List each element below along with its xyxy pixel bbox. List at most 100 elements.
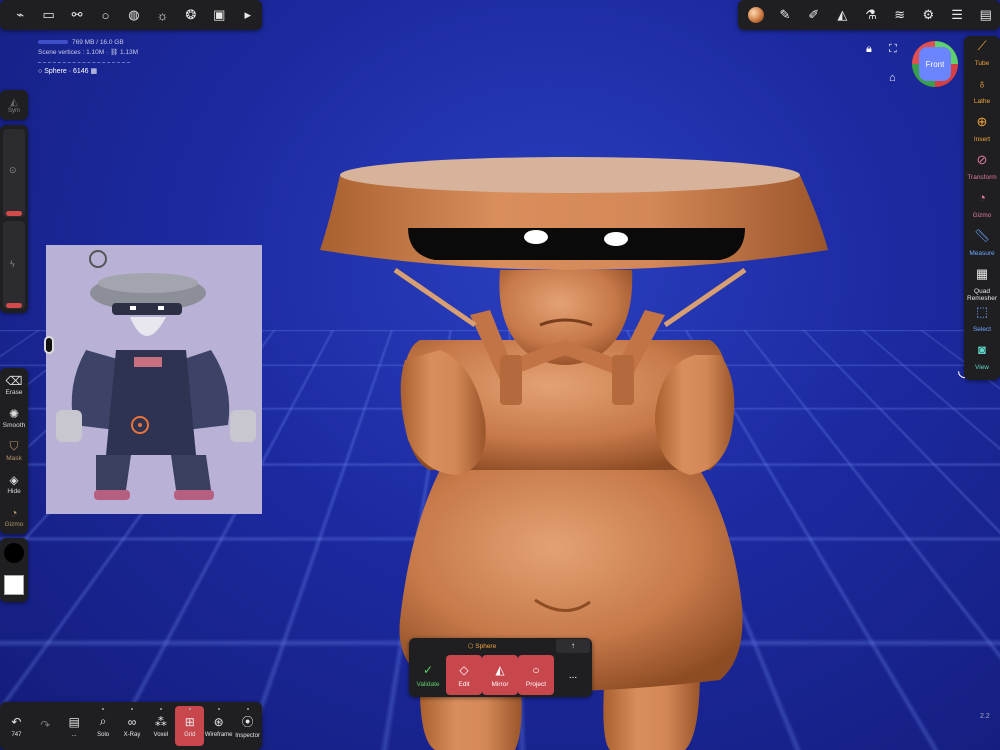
smooth-icon: ✺: [9, 407, 19, 421]
symmetry-button[interactable]: ◭ Sym: [0, 90, 28, 120]
vertices-label: Scene vertices :: [38, 49, 84, 56]
scene-graph-icon[interactable]: ⚯: [63, 0, 91, 30]
view-camera-icon: ◙: [978, 346, 986, 362]
hide-label: Hide: [7, 488, 20, 495]
measure-tool[interactable]: 📏︎ Measure: [964, 232, 1000, 257]
matcap-icon[interactable]: [742, 0, 771, 30]
sun-icon[interactable]: ☼: [148, 0, 176, 30]
cubes-icon: ⁂: [155, 715, 167, 729]
mirror-button[interactable]: ◭ Mirror: [482, 655, 518, 695]
hide-tool[interactable]: ◈ Hide: [0, 467, 28, 500]
tube-tool[interactable]: ⟋ Tube: [964, 42, 1000, 67]
select-icon: ⬚: [976, 308, 988, 324]
popover-collapse-button[interactable]: ↑: [556, 639, 590, 653]
intensity-icon: ϟ: [10, 259, 15, 269]
voxel-button[interactable]: ⁂ Voxel: [146, 706, 175, 746]
solo-label: Solo: [97, 732, 109, 738]
solo-button[interactable]: ⌕ Solo: [89, 706, 118, 746]
gizmo-tool[interactable]: ◔ Gizmo: [964, 194, 1000, 219]
smooth-tool[interactable]: ✺ Smooth: [0, 401, 28, 434]
brush-icon[interactable]: ✎: [771, 0, 800, 30]
validate-label: Validate: [416, 681, 439, 688]
bottom-toolbar: ↶ 747 ↷ ▤... ⌕ Solo ∞ X-Ray ⁂ Voxel ⊞ Grid ⊛ W…: [0, 702, 262, 750]
popover-title-text: Sphere: [475, 643, 496, 650]
camera-icon[interactable]: ▸: [234, 0, 262, 30]
intensity-slider-handle[interactable]: [6, 303, 22, 308]
undo-icon: ↶: [11, 715, 21, 729]
menu-ellipsis: ...: [72, 732, 77, 738]
lock-icon[interactable]: 🔒︎: [866, 43, 872, 56]
primary-color-swatch[interactable]: [4, 543, 24, 563]
gizmo-front-face[interactable]: Front: [919, 47, 951, 81]
erase-label: Erase: [6, 389, 23, 396]
active-object-line[interactable]: ○ Sphere · 6146 ▦: [38, 67, 97, 75]
gizmo-tool-icon: ◔: [978, 194, 986, 210]
quad-remesher-tool[interactable]: ▦ Quad Remesher: [964, 270, 1000, 302]
inspector-button[interactable]: ⦿ Inspector: [233, 706, 262, 746]
gizmo-tool-left[interactable]: ◔ Gizmo: [0, 500, 28, 533]
project-label: Project: [526, 681, 546, 688]
sliders-icon[interactable]: ☰: [943, 0, 972, 30]
aperture-icon[interactable]: ❂: [177, 0, 205, 30]
grid-icon: ▦: [976, 270, 988, 286]
backpack-icon[interactable]: ▤: [971, 0, 1000, 30]
document-icon: ▤: [69, 715, 80, 729]
erase-tool[interactable]: ⌫ Erase: [0, 368, 28, 401]
arrow-up-icon: ↑: [571, 641, 575, 650]
quad-remesher-label: Quad Remesher: [964, 288, 1000, 302]
layers-icon[interactable]: ≋: [885, 0, 914, 30]
redo-button[interactable]: ↷: [31, 706, 60, 746]
search-icon: ⌕: [100, 714, 107, 729]
symmetry-label: Sym: [8, 108, 20, 114]
wireframe-icon: ⊛: [214, 715, 224, 729]
grid-label: Grid: [184, 732, 195, 738]
topology-icon[interactable]: ◭: [828, 0, 857, 30]
validate-button[interactable]: ✓ Validate: [410, 655, 446, 695]
secondary-color-swatch[interactable]: [4, 575, 24, 595]
grid-button[interactable]: ⊞ Grid: [175, 706, 204, 746]
insert-tool[interactable]: ⊕ Insert: [964, 118, 1000, 143]
view-tool[interactable]: ◙ View: [964, 346, 1000, 371]
xray-button[interactable]: ∞ X-Ray: [118, 706, 147, 746]
eraser-icon: ⌫: [6, 374, 23, 388]
radius-slider-handle[interactable]: [6, 211, 22, 216]
edit-label: Edit: [458, 681, 469, 688]
paint-icon[interactable]: ✐: [799, 0, 828, 30]
project-button[interactable]: ○ Project: [518, 655, 554, 695]
inspector-icon: ⦿: [242, 713, 254, 730]
select-tool[interactable]: ⬚ Select: [964, 308, 1000, 333]
reference-handle-icon[interactable]: [44, 336, 54, 354]
wireframe-button[interactable]: ⊛ Wireframe: [204, 706, 233, 746]
grid-plane-icon: ⊞: [185, 715, 195, 729]
primitive-sphere-icon[interactable]: ○: [91, 0, 119, 30]
mask-tool[interactable]: ⛉ Mask: [0, 434, 28, 467]
xray-label: X-Ray: [124, 732, 141, 738]
more-options-button[interactable]: ...: [555, 655, 591, 695]
tube-label: Tube: [975, 60, 990, 67]
expand-arc-icon[interactable]: ◟: [958, 360, 965, 381]
glasses-icon: ∞: [128, 715, 137, 729]
home-icon[interactable]: ⌂: [889, 72, 896, 84]
more-ellipsis: ...: [569, 670, 577, 681]
flask-icon[interactable]: ⚗: [857, 0, 886, 30]
view-orientation-gizmo[interactable]: Front: [912, 41, 958, 87]
fullscreen-icon[interactable]: ⛶: [889, 43, 897, 56]
lathe-tool[interactable]: ♁ Lathe: [964, 80, 1000, 105]
image-icon[interactable]: ▣: [205, 0, 233, 30]
transform-tool[interactable]: ⊘ Transform: [964, 156, 1000, 181]
reference-image[interactable]: [46, 245, 262, 514]
settings-icon[interactable]: ⚙: [914, 0, 943, 30]
folder-icon[interactable]: ▭: [34, 0, 62, 30]
hide-icon: ◈: [9, 473, 18, 487]
tube-icon: ⟋: [977, 42, 986, 58]
undo-button[interactable]: ↶ 747: [2, 706, 31, 746]
menu-icon[interactable]: ⌁: [6, 0, 34, 30]
mirror-label: Mirror: [492, 681, 509, 688]
object-count: 6146: [73, 68, 89, 75]
globe-icon[interactable]: ◍: [120, 0, 148, 30]
edit-button[interactable]: ◇ Edit: [446, 655, 482, 695]
color-swatches: [0, 538, 28, 602]
menu-button[interactable]: ▤...: [60, 706, 89, 746]
gizmo-label-left: Gizmo: [5, 521, 24, 528]
memory-bar: [38, 40, 68, 44]
